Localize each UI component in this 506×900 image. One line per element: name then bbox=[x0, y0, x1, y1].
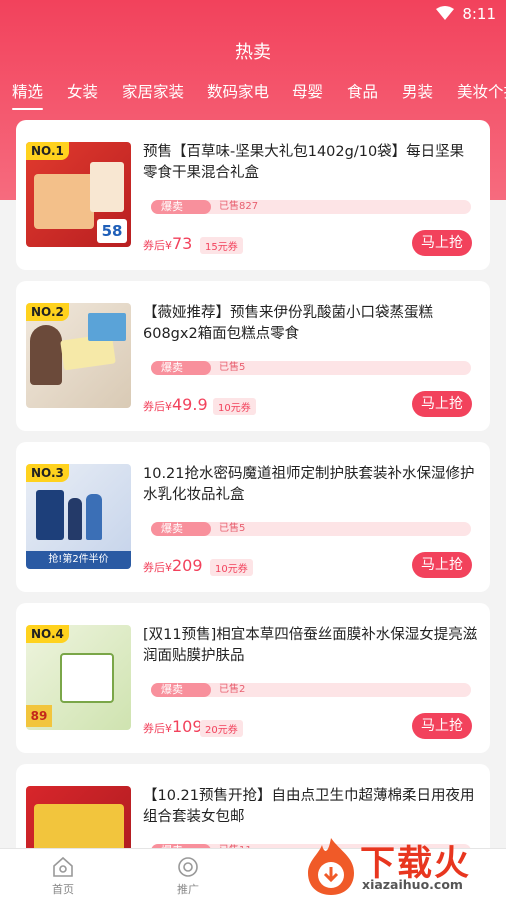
status-time: 8:11 bbox=[462, 5, 496, 23]
tab-selected[interactable]: 精选 bbox=[12, 80, 44, 110]
rank-badge: NO.2 bbox=[26, 303, 69, 321]
sold-count: 已售5 bbox=[219, 362, 246, 373]
rank-badge: NO.4 bbox=[26, 625, 69, 643]
coupon-badge: 20元券 bbox=[200, 720, 243, 737]
rank-badge: NO.3 bbox=[26, 464, 69, 482]
hot-badge: 爆卖 bbox=[151, 522, 211, 536]
status-bar: 8:11 bbox=[0, 0, 506, 28]
hot-badge: 爆卖 bbox=[151, 683, 211, 697]
price-value: 209 bbox=[172, 556, 203, 575]
product-image: NO.1 58 bbox=[26, 142, 131, 247]
sold-count: 已售5 bbox=[219, 523, 246, 534]
tab-women[interactable]: 女装 bbox=[67, 80, 98, 102]
wifi-icon bbox=[436, 6, 454, 20]
price: 券后¥49.9 bbox=[143, 395, 208, 417]
product-card[interactable]: NO.2 【薇娅推荐】预售来伊份乳酸菌小口袋蒸蛋糕608gx2箱面包糕点零食 爆… bbox=[16, 281, 490, 431]
buy-now-button[interactable]: 马上抢 bbox=[412, 391, 472, 417]
rank-badge: NO.1 bbox=[26, 142, 69, 160]
home-icon bbox=[53, 856, 73, 877]
nav-home-label: 首页 bbox=[52, 883, 74, 896]
price-value: 109 bbox=[172, 717, 203, 736]
hot-badge: 爆卖 bbox=[151, 200, 211, 214]
price: 券后¥209 bbox=[143, 556, 203, 578]
tab-beauty[interactable]: 美妆个护 bbox=[457, 80, 506, 102]
sales-bar: 爆卖 已售2 bbox=[151, 683, 471, 697]
price-value: 73 bbox=[172, 234, 193, 253]
product-image: NO.4 89 bbox=[26, 625, 131, 730]
tab-digital[interactable]: 数码家电 bbox=[207, 80, 269, 102]
price-prefix: 券后¥ bbox=[143, 239, 172, 252]
price-prefix: 券后¥ bbox=[143, 561, 172, 574]
price: 券后¥109 bbox=[143, 717, 203, 739]
product-title: 【10.21预售开抢】自由点卫生巾超薄棉柔日用夜用组合套装女包邮 bbox=[143, 788, 475, 825]
thumb-price-tag: 89 bbox=[26, 705, 52, 727]
thumb-promo-strip: 抢!第2件半价 bbox=[26, 551, 131, 569]
tab-home[interactable]: 家居家装 bbox=[122, 80, 184, 102]
sales-bar: 爆卖 已售5 bbox=[151, 361, 471, 375]
nav-promote-label: 推广 bbox=[177, 883, 199, 896]
buy-now-button[interactable]: 马上抢 bbox=[412, 552, 472, 578]
product-title: 预售【百草味-坚果大礼包1402g/10袋】每日坚果零食干果混合礼盒 bbox=[143, 144, 465, 181]
price-value: 49.9 bbox=[172, 395, 208, 414]
price-prefix: 券后¥ bbox=[143, 722, 172, 735]
product-card[interactable]: NO.4 89 [双11预售]相宜本草四倍蚕丝面膜补水保湿女提亮滋润面贴膜护肤品… bbox=[16, 603, 490, 753]
price-prefix: 券后¥ bbox=[143, 400, 172, 413]
nav-home[interactable]: 首页 bbox=[33, 855, 93, 897]
watermark: 下载火 xiazaihuo.com bbox=[300, 833, 506, 900]
price: 券后¥73 bbox=[143, 234, 192, 256]
hot-badge: 爆卖 bbox=[151, 361, 211, 375]
page-title: 热卖 bbox=[235, 42, 271, 63]
watermark-url: xiazaihuo.com bbox=[362, 877, 463, 892]
product-image: NO.2 bbox=[26, 303, 131, 408]
product-card[interactable]: NO.1 58 预售【百草味-坚果大礼包1402g/10袋】每日坚果零食干果混合… bbox=[16, 120, 490, 270]
product-image: NO.3 抢!第2件半价 bbox=[26, 464, 131, 569]
coupon-badge: 10元券 bbox=[213, 398, 256, 415]
product-title: 【薇娅推荐】预售来伊份乳酸菌小口袋蒸蛋糕608gx2箱面包糕点零食 bbox=[143, 305, 433, 342]
promote-icon bbox=[178, 857, 198, 877]
product-card[interactable]: NO.3 抢!第2件半价 10.21抢水密码魔道祖师定制护肤套装补水保湿修护水乳… bbox=[16, 442, 490, 592]
coupon-badge: 10元券 bbox=[210, 559, 253, 576]
product-title: [双11预售]相宜本草四倍蚕丝面膜补水保湿女提亮滋润面贴膜护肤品 bbox=[143, 627, 478, 664]
tab-men[interactable]: 男装 bbox=[402, 80, 433, 102]
thumb-price-tag: 58 bbox=[97, 219, 127, 243]
product-title: 10.21抢水密码魔道祖师定制护肤套装补水保湿修护水乳化妆品礼盒 bbox=[143, 466, 475, 503]
nav-promote[interactable]: 推广 bbox=[158, 855, 218, 897]
sales-bar: 爆卖 已售827 bbox=[151, 200, 471, 214]
sales-bar: 爆卖 已售5 bbox=[151, 522, 471, 536]
coupon-badge: 15元券 bbox=[200, 237, 243, 254]
buy-now-button[interactable]: 马上抢 bbox=[412, 713, 472, 739]
category-tabs: 精选 女装 家居家装 数码家电 母婴 食品 男装 美妆个护 bbox=[0, 80, 506, 110]
tab-food[interactable]: 食品 bbox=[347, 80, 378, 102]
buy-now-button[interactable]: 马上抢 bbox=[412, 230, 472, 256]
flame-logo-icon bbox=[308, 838, 354, 895]
tab-baby[interactable]: 母婴 bbox=[292, 80, 323, 102]
sold-count: 已售2 bbox=[219, 684, 246, 695]
sold-count: 已售827 bbox=[219, 201, 259, 212]
